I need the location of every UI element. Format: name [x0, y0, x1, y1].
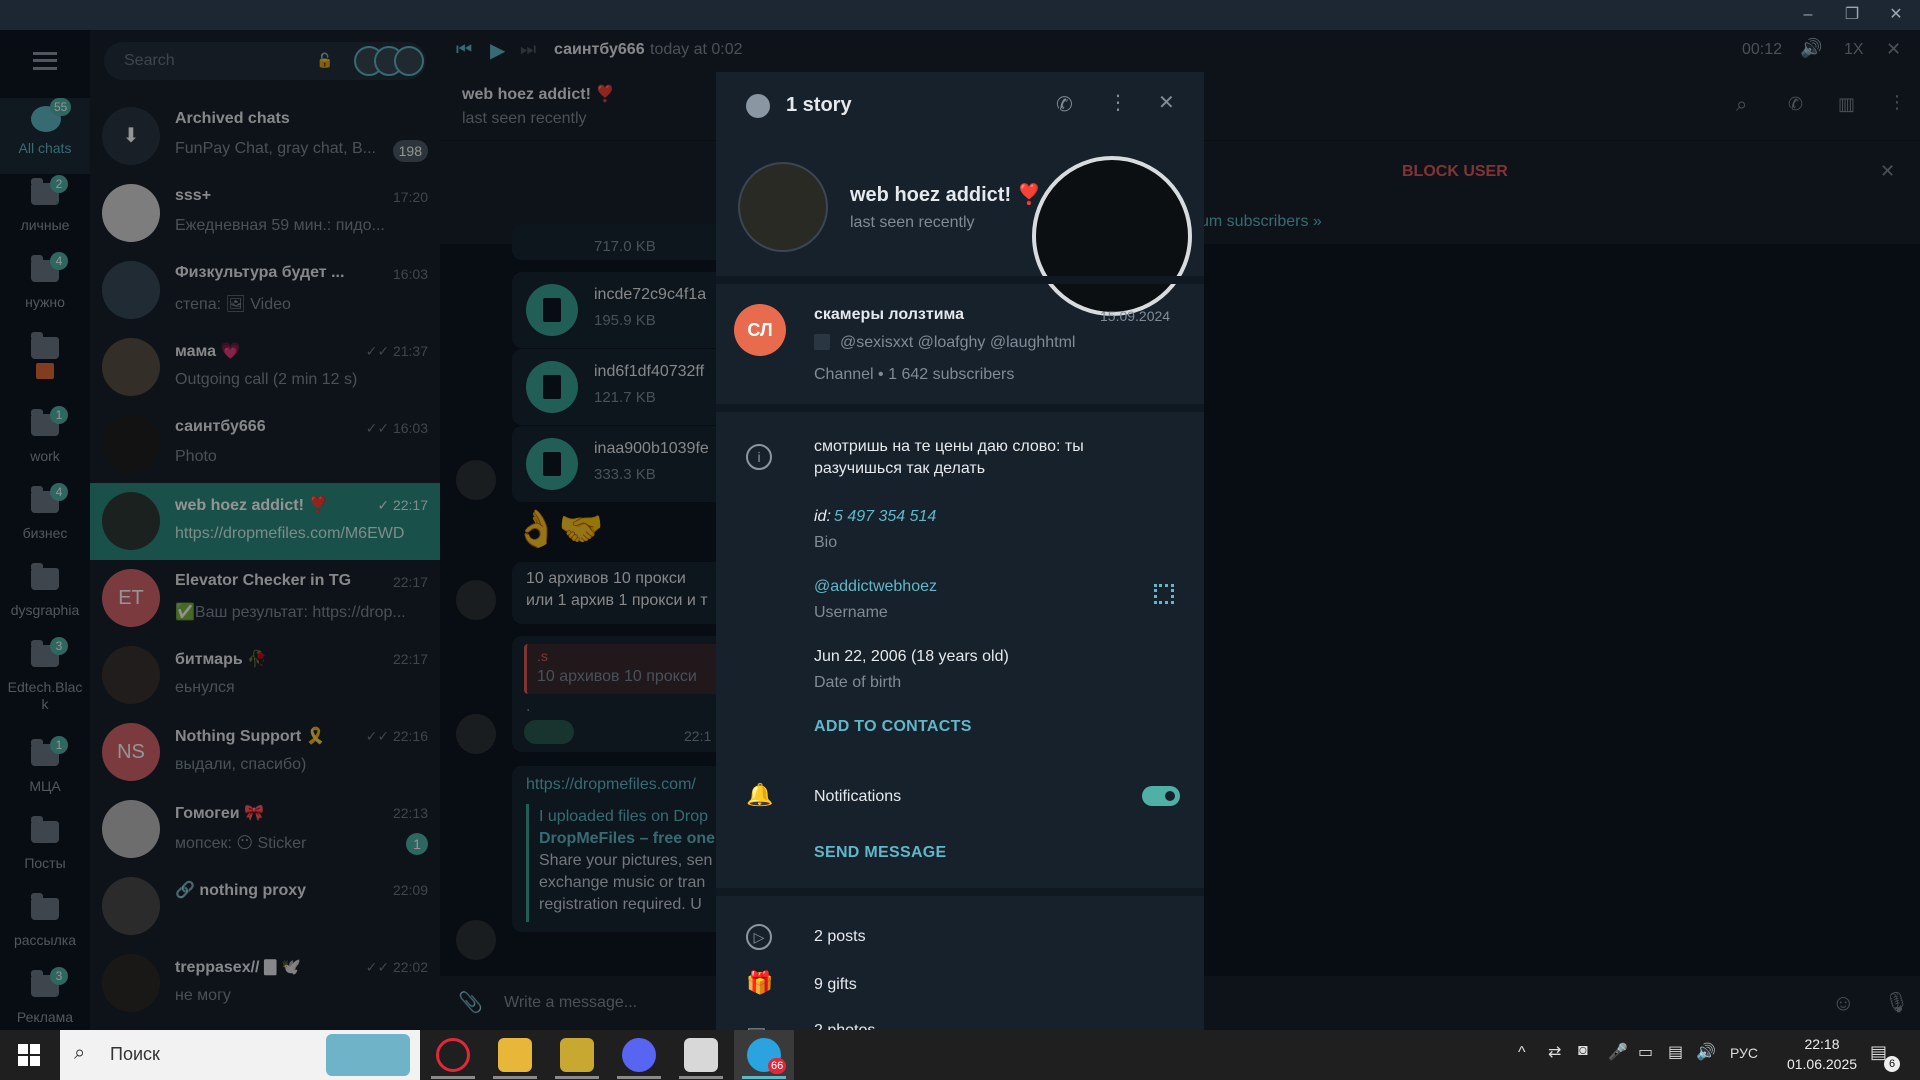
- language-indicator[interactable]: РУС: [1730, 1045, 1758, 1061]
- story-preview[interactable]: [1032, 156, 1192, 316]
- bell-icon: 🔔: [746, 782, 774, 807]
- microphone-icon[interactable]: 🎤: [1608, 1042, 1628, 1062]
- toggle-knob: [1162, 788, 1178, 804]
- battery-icon[interactable]: ▭: [1638, 1042, 1653, 1062]
- more-options-icon[interactable]: ⋮: [1108, 90, 1128, 115]
- send-message-button[interactable]: SEND MESSAGE: [814, 844, 947, 862]
- discord-icon[interactable]: [622, 1038, 656, 1072]
- gift-icon: 🎁: [746, 970, 774, 995]
- info-icon: i: [746, 444, 772, 470]
- birth-label: Date of birth: [814, 674, 902, 691]
- birth-value: Jun 22, 2006 (18 years old): [814, 648, 1009, 665]
- windows-start-icon[interactable]: [18, 1044, 40, 1066]
- channel-handles: @sexisxxt @loafghy @laughhtml: [840, 334, 1076, 351]
- add-to-contacts-button[interactable]: ADD TO CONTACTS: [814, 718, 972, 736]
- channel-avatar[interactable]: СЛ: [734, 304, 786, 356]
- id-label: id:: [814, 508, 831, 525]
- search-highlight-image: [326, 1034, 410, 1076]
- posts-item[interactable]: 2 posts: [814, 928, 866, 946]
- speaker-icon[interactable]: 🔊: [1696, 1042, 1716, 1062]
- taskbar-search[interactable]: ⌕ Поиск: [60, 1030, 420, 1080]
- channel-meta: Channel • 1 642 subscribers: [814, 366, 1015, 383]
- channel-date: 15.09.2024: [1100, 308, 1171, 324]
- photos-item[interactable]: 2 photos: [814, 1022, 875, 1030]
- channel-name[interactable]: скамеры лолзтима: [814, 306, 964, 324]
- camera-icon[interactable]: ◙: [1578, 1042, 1588, 1060]
- clock-date[interactable]: 01.06.2025: [1774, 1056, 1870, 1072]
- posts-icon: ▷: [746, 924, 772, 950]
- flag-icon: [814, 334, 830, 350]
- minimize-button[interactable]: –: [1790, 2, 1826, 28]
- photo-icon: ▭: [746, 1018, 767, 1030]
- qr-code-icon[interactable]: [1154, 584, 1174, 604]
- telegram-taskbar-button[interactable]: 66: [734, 1030, 794, 1080]
- gifts-item[interactable]: 9 gifts: [814, 976, 857, 994]
- notifications-toggle[interactable]: [1142, 786, 1180, 806]
- maximize-button[interactable]: ❐: [1834, 2, 1870, 28]
- user-info-panel: 1 story ✆ ⋮ ✕ web hoez addict! ❣️ last s…: [716, 72, 1204, 1030]
- story-indicator-icon[interactable]: [746, 94, 770, 118]
- bio-label: Bio: [814, 534, 838, 551]
- bio-text: смотришь на те цены даю слово: ты разучи…: [814, 438, 1084, 477]
- panel-title: 1 story: [786, 94, 852, 116]
- close-window-button[interactable]: ✕: [1878, 2, 1914, 28]
- opera-icon[interactable]: [436, 1038, 470, 1072]
- title-bar: – ❐ ✕: [0, 0, 1920, 30]
- window-app-icon[interactable]: [684, 1038, 718, 1072]
- phone-icon[interactable]: ✆: [1056, 92, 1073, 117]
- chevron-up-icon[interactable]: ^: [1518, 1044, 1526, 1062]
- close-icon[interactable]: ✕: [1158, 90, 1175, 115]
- notifications-label: Notifications: [814, 788, 902, 805]
- network-share-icon[interactable]: ⇄: [1548, 1042, 1561, 1062]
- username-label: Username: [814, 604, 888, 621]
- clock-time[interactable]: 22:18: [1792, 1036, 1852, 1052]
- wifi-icon[interactable]: ▤: [1668, 1042, 1683, 1062]
- username-value[interactable]: @addictwebhoez: [814, 578, 937, 596]
- id-value[interactable]: 5 497 354 514: [834, 508, 936, 526]
- taskbar: ⌕ Поиск 66 ^ ⇄ ◙ 🎤 ▭ ▤ 🔊 РУС 22:18 01.06…: [0, 1030, 1920, 1080]
- file-explorer-icon[interactable]: [498, 1038, 532, 1072]
- profile-avatar[interactable]: [738, 162, 828, 252]
- app-icon[interactable]: [560, 1038, 594, 1072]
- profile-status: last seen recently: [850, 214, 975, 231]
- search-icon: ⌕: [74, 1042, 86, 1064]
- notification-count-badge: 6: [1884, 1056, 1900, 1072]
- profile-name: web hoez addict! ❣️: [850, 184, 1042, 206]
